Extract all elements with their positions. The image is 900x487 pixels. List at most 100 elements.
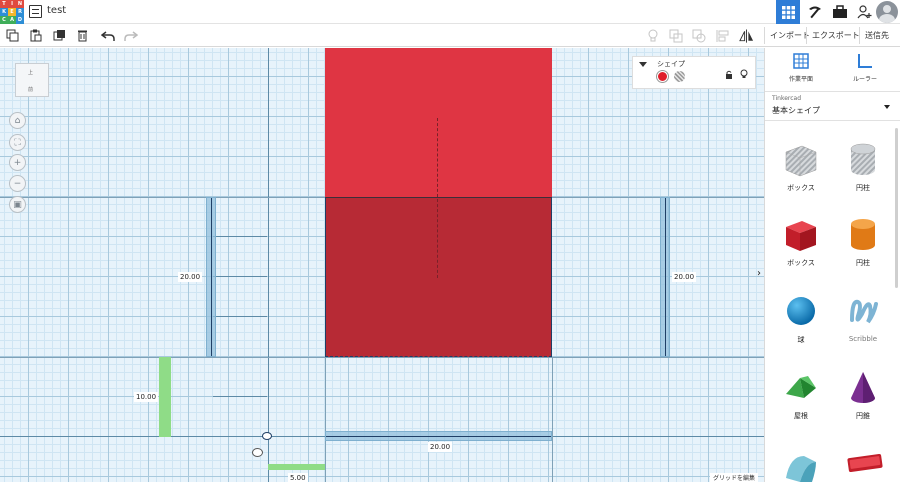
shape-roof[interactable]: 屋根 — [772, 368, 830, 421]
lightbulb-icon[interactable] — [740, 69, 748, 79]
duplicate-icon[interactable] — [52, 28, 67, 43]
redo-icon[interactable] — [123, 28, 138, 43]
height-dimension-label[interactable]: 20.00 — [178, 272, 203, 282]
copy-icon[interactable] — [5, 28, 20, 43]
shape-label: ボックス — [787, 259, 815, 267]
logo-letter: T — [0, 0, 8, 8]
cylinder-hole-icon — [844, 140, 882, 178]
shape-label: 円錐 — [856, 412, 870, 420]
hole-swatch[interactable] — [674, 71, 685, 82]
project-name[interactable]: test — [47, 5, 66, 16]
library-category: 基本シェイプ — [772, 106, 820, 115]
shape-label: 屋根 — [794, 412, 808, 420]
edit-toolbar: インポート エクスポート 送信先 — [0, 24, 900, 47]
logo-letter: I — [8, 0, 16, 8]
export-button[interactable]: エクスポート — [806, 27, 865, 44]
text-icon — [844, 444, 883, 482]
workplane-tool-label: 作業平面 — [788, 76, 813, 83]
zoom-in-icon[interactable]: + — [9, 154, 26, 171]
scrollbar[interactable] — [895, 128, 898, 288]
origin-handle[interactable] — [262, 432, 272, 440]
shape-cone[interactable]: 円錐 — [834, 368, 892, 421]
height-dimension-label[interactable]: 20.00 — [672, 272, 697, 282]
ungroup-icon[interactable] — [691, 28, 706, 43]
shape-round-roof[interactable] — [772, 444, 830, 487]
y-offset-label[interactable]: 10.00 — [134, 392, 159, 402]
avatar[interactable] — [876, 1, 898, 23]
ruler-tick — [213, 276, 267, 277]
send-to-button[interactable]: 送信先 — [859, 27, 894, 44]
align-icon[interactable] — [715, 28, 730, 43]
blocks-button[interactable] — [803, 0, 827, 24]
zoom-out-icon[interactable]: − — [9, 175, 26, 192]
perspective-icon[interactable]: ▣ — [9, 196, 26, 213]
shape-center-line — [437, 118, 438, 278]
edit-grid-button[interactable]: グリッドを編集 — [710, 473, 759, 482]
shape-sphere[interactable]: 球 — [772, 292, 830, 345]
fit-view-icon[interactable]: ⛶ — [9, 134, 26, 151]
dimension-line — [665, 198, 666, 356]
shape-text[interactable] — [834, 444, 892, 487]
workplane[interactable]: 20.00 20.00 20.00 10.00 5.00 上 前 ⌂ ⛶ + −… — [0, 48, 764, 482]
3d-view-button[interactable] — [776, 0, 800, 24]
design-menu-icon[interactable] — [29, 5, 42, 18]
shape-library-selector[interactable]: Tinkercad 基本シェイプ — [765, 91, 900, 121]
box-shape-top[interactable] — [325, 48, 552, 197]
view-cube[interactable]: 上 前 — [15, 63, 49, 97]
panel-toggle-chevron-icon[interactable]: › — [757, 268, 761, 279]
logo-letter: R — [16, 8, 24, 16]
box-icon — [782, 215, 820, 253]
logo-letter: A — [8, 16, 16, 24]
shape-cylinder[interactable]: 円柱 — [834, 215, 892, 268]
user-plus-icon — [857, 5, 872, 19]
logo-letter: C — [0, 16, 8, 24]
trash-icon[interactable] — [75, 28, 90, 43]
shape-box[interactable]: ボックス — [772, 215, 830, 268]
briefcase-icon — [833, 5, 847, 18]
grid-guide-line — [552, 357, 553, 482]
box-shape[interactable] — [325, 197, 552, 357]
y-offset-bar[interactable] — [159, 357, 171, 437]
workplane-icon[interactable] — [252, 448, 263, 457]
shape-label: Scribble — [848, 335, 878, 343]
group-icon[interactable] — [668, 28, 683, 43]
dimension-line — [326, 436, 551, 437]
shape-box-hole[interactable]: ボックス — [772, 140, 830, 193]
lightbulb-icon[interactable] — [645, 28, 660, 43]
lessons-button[interactable] — [828, 0, 852, 24]
library-source: Tinkercad — [772, 95, 802, 102]
round-roof-icon — [782, 444, 820, 482]
invite-user-button[interactable] — [853, 0, 877, 24]
collapse-caret-icon[interactable] — [639, 62, 647, 67]
workplane-tool[interactable]: 作業平面 — [771, 52, 831, 83]
shape-cylinder-hole[interactable]: 円柱 — [834, 140, 892, 193]
dimension-line — [211, 198, 212, 356]
solid-color-swatch[interactable] — [657, 71, 668, 82]
chevron-down-icon — [884, 105, 890, 109]
tinkercad-logo[interactable]: T I N K E R C A D — [0, 0, 24, 24]
cone-icon — [844, 368, 882, 406]
grid-guide-line — [325, 357, 326, 482]
workplane-tool-icon — [793, 53, 809, 69]
lock-icon[interactable] — [725, 70, 733, 79]
shape-scribble[interactable]: Scribble — [834, 292, 892, 343]
x-offset-label[interactable]: 5.00 — [288, 473, 308, 482]
view-cube-top[interactable]: 上 — [28, 69, 33, 76]
width-dimension-label[interactable]: 20.00 — [428, 442, 453, 452]
ruler-icon — [858, 54, 872, 68]
sphere-icon — [782, 292, 820, 330]
logo-letter: D — [16, 16, 24, 24]
scribble-icon — [844, 292, 882, 330]
undo-icon[interactable] — [100, 28, 115, 43]
ruler-tick — [213, 236, 267, 237]
x-offset-bar[interactable] — [268, 464, 325, 470]
cylinder-icon — [844, 215, 882, 253]
mirror-icon[interactable] — [739, 28, 754, 43]
paste-icon[interactable] — [28, 28, 43, 43]
top-bar: T I N K E R C A D test — [0, 0, 900, 24]
home-view-icon[interactable]: ⌂ — [9, 112, 26, 129]
ruler-tick — [213, 316, 267, 317]
view-cube-front[interactable]: 前 — [28, 86, 33, 93]
ruler-tool[interactable]: ルーラー — [835, 52, 895, 83]
shape-inspector: シェイプ — [632, 56, 756, 89]
